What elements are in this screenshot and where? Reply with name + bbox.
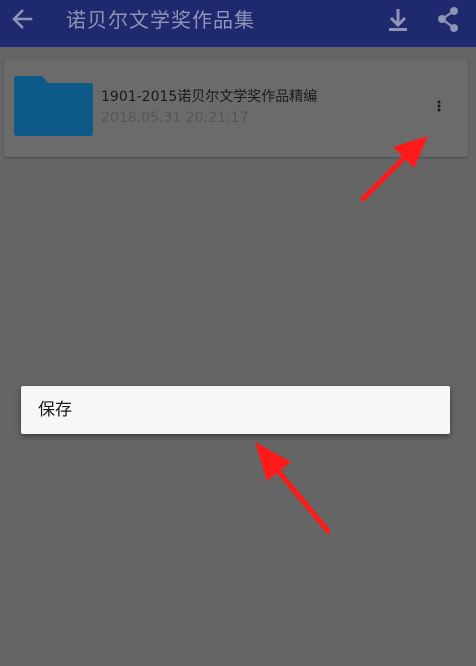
file-list-item[interactable]: 1901-2015诺贝尔文学奖作品精编 2018.05.31 20:21:17 xyxy=(4,59,468,157)
page-title: 诺贝尔文学奖作品集 xyxy=(66,8,255,32)
file-name: 1901-2015诺贝尔文学奖作品精编 xyxy=(101,89,318,105)
context-menu: 保存 xyxy=(21,386,450,434)
arrow-left-icon xyxy=(12,9,33,29)
more-options-button[interactable] xyxy=(429,95,449,117)
file-date: 2018.05.31 20:21:17 xyxy=(101,110,249,126)
folder-icon xyxy=(14,76,93,136)
share-button[interactable] xyxy=(428,0,468,40)
annotation-arrow-bottom xyxy=(255,442,331,534)
download-icon xyxy=(389,9,407,31)
menu-item-save[interactable]: 保存 xyxy=(38,386,72,434)
back-button[interactable] xyxy=(2,0,42,40)
download-button[interactable] xyxy=(378,0,418,40)
share-icon xyxy=(438,7,458,32)
app-bar: 诺贝尔文学奖作品集 xyxy=(0,0,476,47)
more-vert-icon xyxy=(437,100,441,112)
